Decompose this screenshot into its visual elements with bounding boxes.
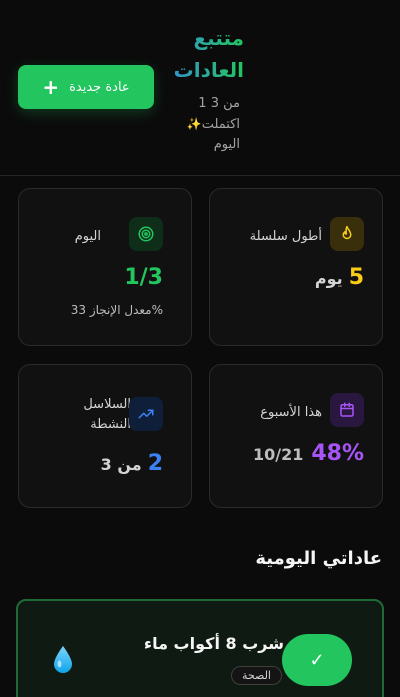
target-icon [129, 217, 163, 251]
stat-ratio: 10/21 [252, 445, 304, 464]
check-icon: ✓ [309, 649, 325, 670]
flame-icon [330, 217, 364, 251]
app-title-line-2: العادات [173, 58, 244, 82]
stat-percent: 48% [311, 441, 364, 466]
stat-value: 1/3 [124, 265, 163, 290]
app-title-line-1: متتبع [193, 26, 244, 50]
stat-label: اليوم [74, 229, 101, 244]
stat-card-today: اليوم 1/3 %معدل الإنجاز 33 [18, 188, 192, 346]
plus-icon: + [42, 75, 60, 99]
stat-card-this-week: هذا الأسبوع 48% 10/21 [209, 364, 383, 508]
habit-name: شرب 8 أكواب ماء [143, 634, 284, 653]
trending-up-icon [129, 397, 163, 431]
new-habit-button-label: عادة جديدة [69, 79, 130, 95]
stat-card-longest-streak: أطول سلسلة 5 يوم [209, 188, 383, 346]
new-habit-button[interactable]: عادة جديدة + [18, 65, 154, 109]
water-drop-icon [52, 645, 74, 679]
stat-label: أطول سلسلة [249, 229, 322, 244]
section-title: عاداتي اليومية [255, 548, 382, 569]
complete-habit-button[interactable]: ✓ [282, 634, 352, 686]
calendar-icon [330, 393, 364, 427]
stat-value: 2 [147, 451, 163, 476]
completion-rate-caption: %معدل الإنجاز 33 [70, 303, 163, 317]
stat-value-row: 2 من 3 [101, 451, 163, 476]
stat-unit: يوم [314, 269, 343, 288]
completion-summary-line-1: من 3 1 [198, 96, 240, 111]
app-header: متتبع العادات من 3 1 اكتملت✨ اليوم عادة … [0, 0, 400, 176]
app-title: متتبع العادات [144, 22, 244, 86]
stat-value-row: 48% 10/21 [253, 441, 364, 466]
sparkle-icon: ✨ [186, 117, 202, 131]
completion-summary-line-2: اكتملت✨ [186, 117, 240, 132]
habit-category-badge: الصحة [231, 666, 282, 685]
stat-unit: من 3 [100, 455, 142, 474]
completion-summary: من 3 1 اكتملت✨ اليوم [154, 94, 240, 155]
stat-value: 5 [348, 265, 364, 290]
stat-card-active-streaks: السلاسل النشطة 2 من 3 [18, 364, 192, 508]
stat-label: هذا الأسبوع [260, 405, 322, 420]
completion-summary-line-3: اليوم [213, 137, 240, 152]
stat-label: السلاسل النشطة [83, 397, 131, 432]
habit-card[interactable]: ✓ شرب 8 أكواب ماء الصحة [16, 599, 384, 697]
stat-value-row: 5 يوم [315, 265, 364, 290]
